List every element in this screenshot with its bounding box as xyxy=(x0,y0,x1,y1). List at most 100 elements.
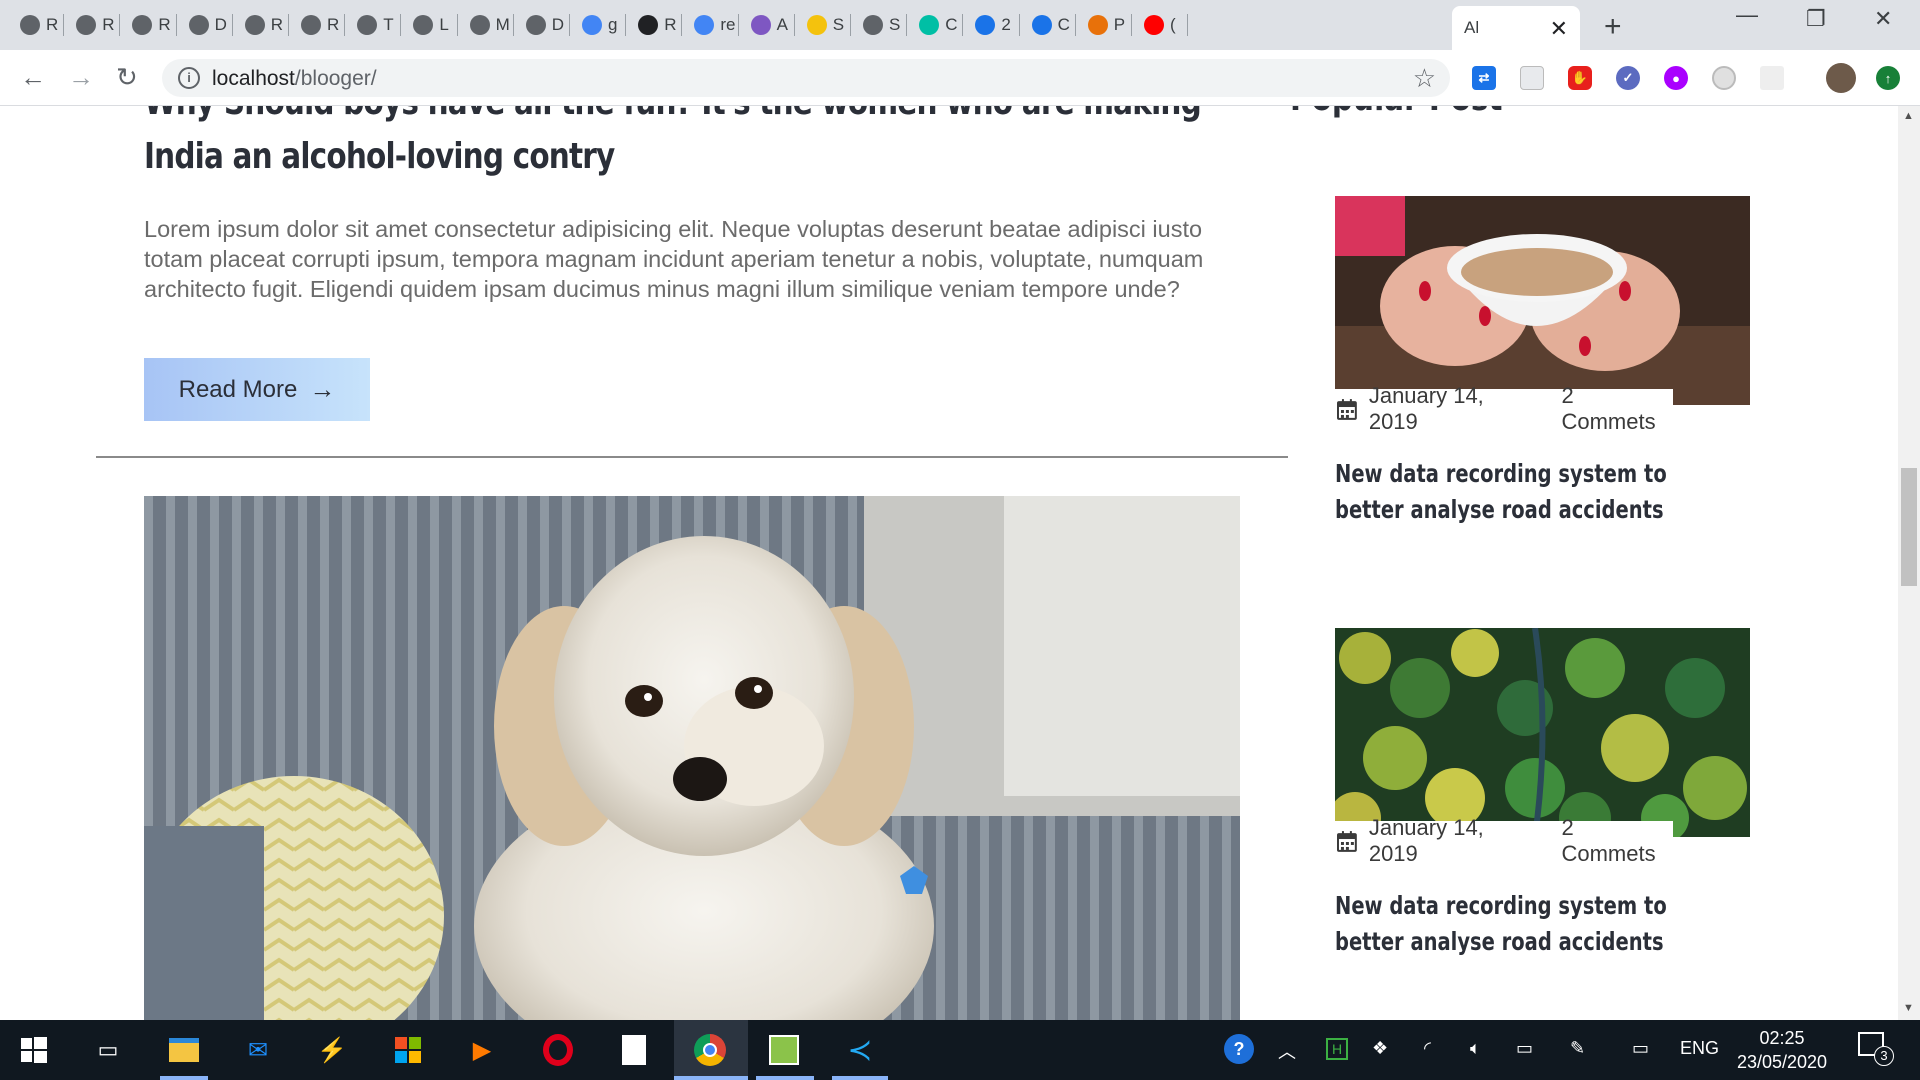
browser-tab[interactable]: re xyxy=(682,8,736,42)
browser-tab[interactable]: T xyxy=(345,8,399,42)
tab-title: R xyxy=(327,15,340,34)
browser-tab[interactable]: ( xyxy=(1132,8,1186,42)
forest-thumbnail[interactable] xyxy=(1335,628,1750,837)
forward-button[interactable]: → xyxy=(68,62,94,93)
browser-tab[interactable]: M xyxy=(458,8,512,42)
purple-extension-icon[interactable]: ● xyxy=(1664,66,1688,90)
tab-title: P xyxy=(1113,15,1126,34)
tab-v[interactable] xyxy=(1520,8,1588,42)
check-extension-icon[interactable]: ✓ xyxy=(1616,66,1640,90)
paint-indicator xyxy=(756,1076,814,1080)
notification-count: 3 xyxy=(1874,1046,1894,1066)
notepad-icon[interactable] xyxy=(616,1032,652,1068)
browser-tab[interactable]: R xyxy=(233,8,287,42)
tab-favicon-icon xyxy=(863,15,883,35)
browser-tab[interactable]: P xyxy=(1076,8,1130,42)
visual-studio-icon[interactable]: ⚡ xyxy=(314,1032,350,1068)
tab-favicon-icon xyxy=(525,15,546,35)
tab-favicon-icon xyxy=(301,15,321,35)
language-indicator[interactable]: ENG xyxy=(1680,1038,1719,1059)
browser-tab[interactable]: R xyxy=(64,8,118,42)
dog-photo[interactable] xyxy=(144,496,1240,1020)
minimize-button[interactable]: — xyxy=(1736,2,1758,28)
post-excerpt: Lorem ipsum dolor sit amet consectetur a… xyxy=(144,216,1204,302)
tab-title: g xyxy=(608,15,618,34)
page-scrollbar[interactable]: ▲ ▼ xyxy=(1898,106,1920,1020)
tab-favicon-icon xyxy=(694,15,715,35)
popular-post-title[interactable]: New data recording system to better anal… xyxy=(1335,456,1741,528)
tab-active-title: Al xyxy=(1464,18,1480,37)
vscode-icon[interactable]: ≺ xyxy=(842,1032,878,1068)
browser-tab[interactable]: C xyxy=(1020,8,1074,42)
volume-icon[interactable]: 🔈︎ xyxy=(1470,1038,1481,1059)
browser-tab[interactable]: g xyxy=(570,8,624,42)
post-comments[interactable]: 2 Commets xyxy=(1561,383,1673,435)
post-date: January 14, 2019 xyxy=(1368,815,1484,866)
task-view-icon[interactable]: ▭ xyxy=(90,1032,126,1068)
start-button[interactable] xyxy=(16,1032,52,1068)
browser-tab[interactable]: R xyxy=(626,8,680,42)
page-content: Why Should boys have all the fun? It's t… xyxy=(0,106,1898,1020)
reload-button[interactable]: ↻ xyxy=(116,62,138,93)
site-info-icon[interactable]: i xyxy=(178,67,200,89)
browser-tab[interactable]: L xyxy=(401,8,455,42)
new-tab-button[interactable]: + xyxy=(1604,10,1622,44)
popular-post-title[interactable]: New data recording system to better anal… xyxy=(1335,888,1741,960)
app-tray-icon[interactable]: H xyxy=(1326,1038,1348,1060)
back-button[interactable]: ← xyxy=(20,62,46,93)
mail-icon[interactable]: ✉ xyxy=(240,1032,276,1068)
tab-favicon-icon xyxy=(1087,15,1108,35)
help-tray-icon[interactable]: ? xyxy=(1224,1034,1254,1064)
browser-tab[interactable]: R xyxy=(289,8,343,42)
address-bar[interactable]: i localhost/blooger/ ☆ xyxy=(162,59,1450,97)
scrollbar-thumb[interactable] xyxy=(1901,468,1917,586)
tab-title: D xyxy=(214,15,227,34)
calendar-icon xyxy=(1337,830,1357,852)
battery-icon[interactable]: ▭ xyxy=(1516,1038,1533,1059)
dropbox-icon[interactable]: ❖ xyxy=(1372,1038,1388,1059)
chrome-icon[interactable] xyxy=(692,1032,728,1068)
profile-avatar[interactable] xyxy=(1826,63,1856,93)
post-title[interactable]: Why Should boys have all the fun? It's t… xyxy=(144,106,1243,184)
browser-tab[interactable]: S xyxy=(795,8,849,42)
adblock-extension-icon[interactable]: ✋ xyxy=(1568,66,1592,90)
media-player-icon[interactable]: ▶ xyxy=(464,1032,500,1068)
store-icon[interactable] xyxy=(390,1032,426,1068)
file-explorer-icon[interactable] xyxy=(166,1032,202,1068)
browser-tab[interactable]: R xyxy=(120,8,174,42)
opera-icon[interactable] xyxy=(540,1032,576,1068)
coffee-thumbnail[interactable] xyxy=(1335,196,1750,405)
browser-tab[interactable]: C xyxy=(907,8,961,42)
bookmark-star-icon[interactable]: ☆ xyxy=(1413,63,1436,94)
browser-tab[interactable]: A xyxy=(739,8,793,42)
tab-favicon-icon xyxy=(20,15,40,35)
paint-icon[interactable] xyxy=(766,1032,802,1068)
url-host: localhost xyxy=(212,67,295,90)
browser-tab[interactable]: D xyxy=(514,8,568,42)
grid-extension-icon[interactable] xyxy=(1760,66,1784,90)
scroll-down-arrow-icon[interactable]: ▼ xyxy=(1903,1002,1914,1014)
pen-icon[interactable]: ✎ xyxy=(1570,1038,1585,1059)
tab-favicon-icon xyxy=(806,15,827,35)
sidebar-title: Popular Post xyxy=(1290,106,1503,119)
scroll-up-arrow-icon[interactable]: ▲ xyxy=(1903,110,1914,122)
url-text[interactable]: localhost/blooger/ xyxy=(212,67,377,91)
browser-tab[interactable]: 2 xyxy=(963,8,1017,42)
translate-extension-icon[interactable]: ⇄ xyxy=(1472,66,1496,90)
notifications-icon[interactable]: 3 xyxy=(1858,1032,1894,1066)
wifi-icon[interactable]: ◜ xyxy=(1424,1038,1431,1059)
close-window-button[interactable]: ✕ xyxy=(1874,6,1892,32)
restore-button[interactable]: ❐ xyxy=(1806,6,1826,32)
tab-title: S xyxy=(832,15,845,34)
browser-tab[interactable]: S xyxy=(851,8,905,42)
clock[interactable]: 02:25 23/05/2020 xyxy=(1722,1026,1842,1074)
show-hidden-icons[interactable]: ︿ xyxy=(1278,1038,1296,1064)
pocket-extension-icon[interactable] xyxy=(1520,66,1544,90)
browser-tab[interactable]: D xyxy=(177,8,231,42)
read-more-button[interactable]: Read More → xyxy=(144,358,370,421)
update-icon[interactable]: ↑ xyxy=(1876,66,1900,90)
display-icon[interactable]: ▭ xyxy=(1632,1038,1649,1059)
color-extension-icon[interactable] xyxy=(1712,66,1736,90)
post-comments[interactable]: 2 Commets xyxy=(1561,815,1673,867)
browser-tab[interactable]: R xyxy=(8,8,62,42)
